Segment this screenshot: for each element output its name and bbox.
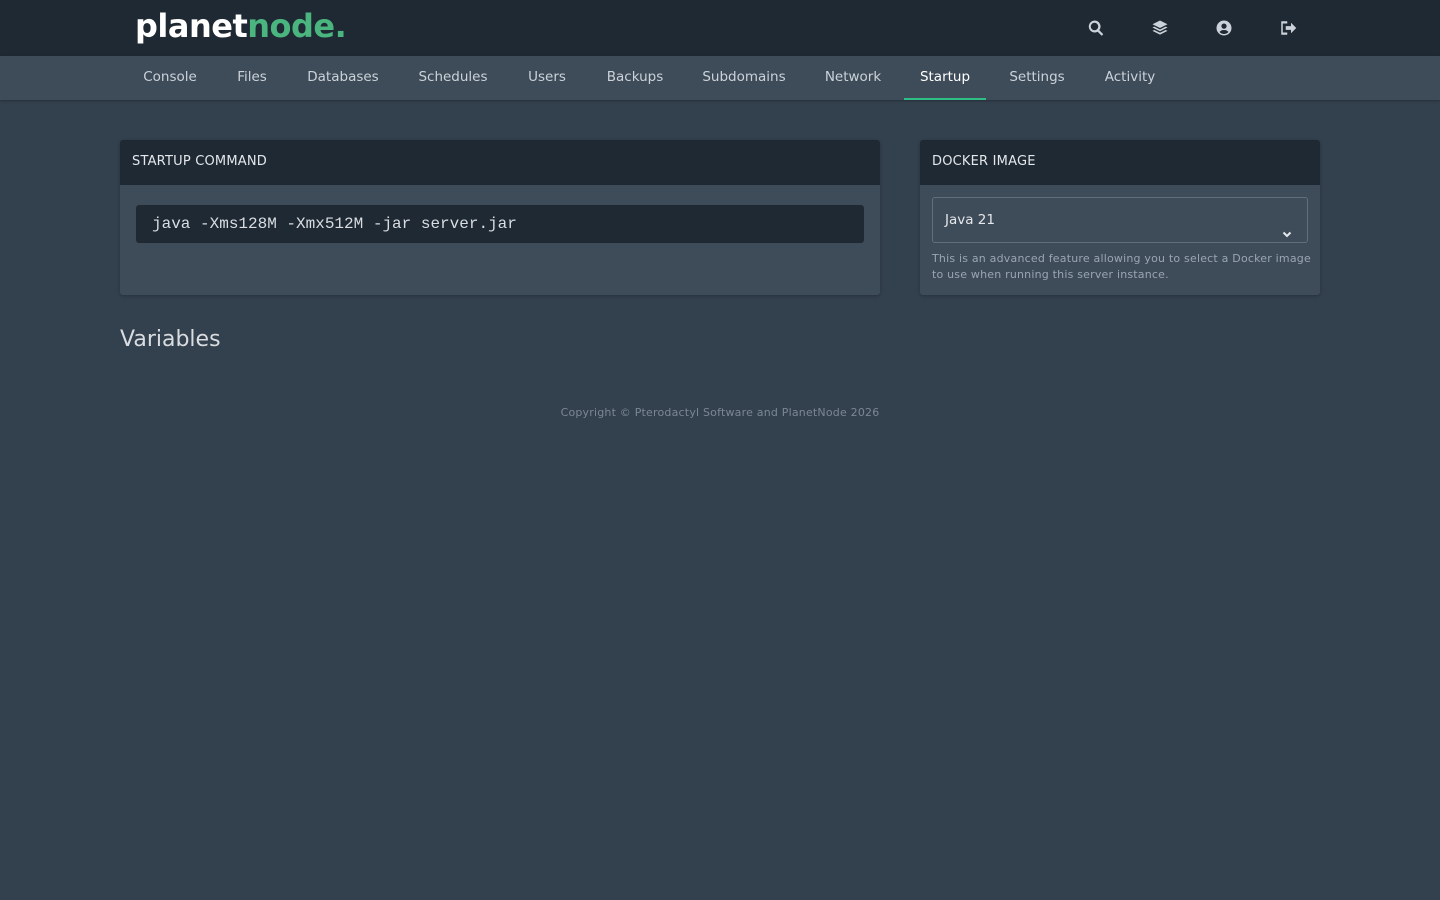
docker-image-selected-value: Java 21: [945, 212, 995, 228]
startup-command-value: java -Xms128M -Xmx512M -jar server.jar: [136, 205, 864, 243]
brand-logo-part1: planet: [135, 7, 248, 45]
footer-copyright: Copyright © Pterodactyl Software and Pla…: [560, 406, 880, 419]
layers-icon[interactable]: [1148, 16, 1172, 40]
tab-startup[interactable]: Startup: [904, 56, 986, 100]
tab-console[interactable]: Console: [128, 56, 212, 100]
tab-files[interactable]: Files: [222, 56, 282, 100]
docker-image-select[interactable]: Java 21: [932, 197, 1308, 243]
search-icon[interactable]: [1084, 16, 1108, 40]
sign-out-icon[interactable]: [1276, 16, 1300, 40]
user-circle-icon[interactable]: [1212, 16, 1236, 40]
brand-logo[interactable]: planetnode.: [135, 4, 347, 48]
startup-command-card: STARTUP COMMAND java -Xms128M -Xmx512M -…: [120, 140, 880, 295]
tab-backups[interactable]: Backups: [590, 56, 680, 100]
tab-schedules[interactable]: Schedules: [402, 56, 504, 100]
startup-command-title: STARTUP COMMAND: [120, 140, 880, 185]
docker-image-help-text: This is an advanced feature allowing you…: [932, 252, 1311, 281]
docker-image-card: DOCKER IMAGE Java 21 This is an advanced…: [920, 140, 1320, 295]
tab-users[interactable]: Users: [512, 56, 582, 100]
tab-subdomains[interactable]: Subdomains: [688, 56, 800, 100]
server-subnav: Console Files Databases Schedules Users …: [0, 56, 1440, 100]
tab-activity[interactable]: Activity: [1090, 56, 1170, 100]
tab-network[interactable]: Network: [810, 56, 896, 100]
docker-image-title: DOCKER IMAGE: [920, 140, 1320, 185]
variables-heading: Variables: [120, 327, 221, 352]
tab-settings[interactable]: Settings: [994, 56, 1080, 100]
chevron-down-icon: [1281, 214, 1293, 238]
tab-databases[interactable]: Databases: [292, 56, 394, 100]
brand-logo-part2: node.: [247, 7, 347, 45]
top-bar: planetnode.: [0, 0, 1440, 56]
